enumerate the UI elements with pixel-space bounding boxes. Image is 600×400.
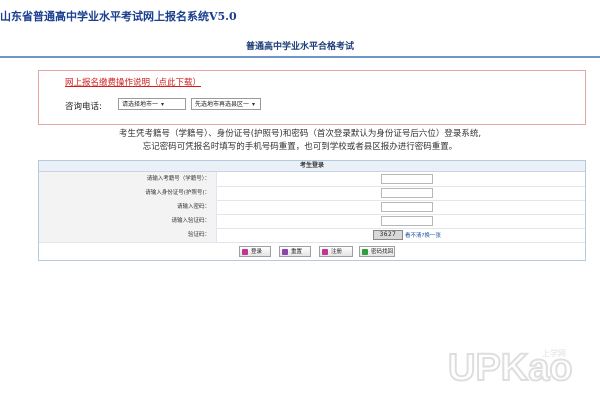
register-icon — [322, 249, 328, 255]
password-recovery-button-label: 密码找回 — [371, 249, 394, 255]
id-number-input[interactable] — [381, 188, 433, 198]
captcha-label: 验证码： — [39, 228, 217, 242]
register-button-label: 注册 — [331, 249, 343, 255]
chevron-down-icon: ▾ — [161, 101, 165, 108]
form-row-exam-number: 请输入考籍号（学籍号）： — [39, 172, 585, 187]
login-panel: 考生登录 请输入考籍号（学籍号）： 请输入身份证号(护照号)： 请输入密码： 请… — [38, 160, 586, 261]
form-row-password: 请输入密码： — [39, 200, 585, 215]
city-select-value: 请选择地市一 — [122, 101, 159, 108]
city-select[interactable]: 请选择地市一 ▾ — [118, 98, 186, 110]
page-subtitle: 普通高中学业水平合格考试 — [245, 42, 354, 52]
login-panel-header: 考生登录 — [39, 161, 585, 172]
reset-button-label: 重置 — [291, 249, 303, 255]
login-instructions-line2: 忘记密码可凭报名时填写的手机号码重置，也可到学校或者县区报办进行密码重置。 — [142, 142, 458, 152]
key-icon — [362, 249, 368, 255]
register-button[interactable]: 注册 — [319, 246, 353, 257]
captcha-image[interactable]: 3627 — [373, 230, 403, 240]
chevron-down-icon: ▾ — [252, 101, 256, 108]
upkao-watermark-logo: UPKao 上学网 — [447, 346, 574, 390]
captcha-refresh-link[interactable]: 看不清?换一张 — [405, 231, 441, 239]
district-select-value: 先选地市再选县区一 — [195, 101, 250, 108]
watermark-subtext: 上学网 — [542, 348, 566, 358]
button-bar: 登录 重置 注册 密码找回 — [39, 246, 585, 258]
password-input[interactable] — [381, 202, 433, 212]
id-number-label: 请输入身份证号(护照号)： — [39, 186, 217, 200]
login-button-label: 登录 — [251, 249, 263, 255]
phone-label: 咨询电话: — [65, 102, 102, 112]
captcha-input-label: 请输入验证码： — [39, 214, 217, 228]
captcha-input[interactable] — [381, 216, 433, 226]
instructions-download-link[interactable]: 网上报名缴费操作说明（点此下载） — [65, 76, 201, 88]
form-row-captcha: 验证码： 3627 看不清?换一张 — [39, 228, 585, 243]
password-label: 请输入密码： — [39, 200, 217, 214]
reset-icon — [282, 249, 288, 255]
login-button[interactable]: 登录 — [239, 246, 271, 257]
form-row-id-number: 请输入身份证号(护照号)： — [39, 186, 585, 201]
exam-number-label: 请输入考籍号（学籍号）： — [39, 172, 217, 186]
system-title: 山东省普通高中学业水平考试网上报名系统V5.0 — [0, 10, 237, 23]
header-divider — [0, 56, 600, 58]
district-select[interactable]: 先选地市再选县区一 ▾ — [191, 98, 261, 110]
exam-number-input[interactable] — [381, 174, 433, 184]
login-icon — [242, 249, 248, 255]
reset-button[interactable]: 重置 — [279, 246, 311, 257]
password-recovery-button[interactable]: 密码找回 — [359, 246, 395, 257]
form-row-captcha-input: 请输入验证码： — [39, 214, 585, 229]
notice-box: 网上报名缴费操作说明（点此下载） 咨询电话: 请选择地市一 ▾ 先选地市再选县区一… — [38, 70, 586, 125]
login-instructions-line1: 考生凭考籍号（学籍号）、身份证号(护照号)和密码（首次登录默认为身份证号后六位）… — [118, 129, 482, 139]
